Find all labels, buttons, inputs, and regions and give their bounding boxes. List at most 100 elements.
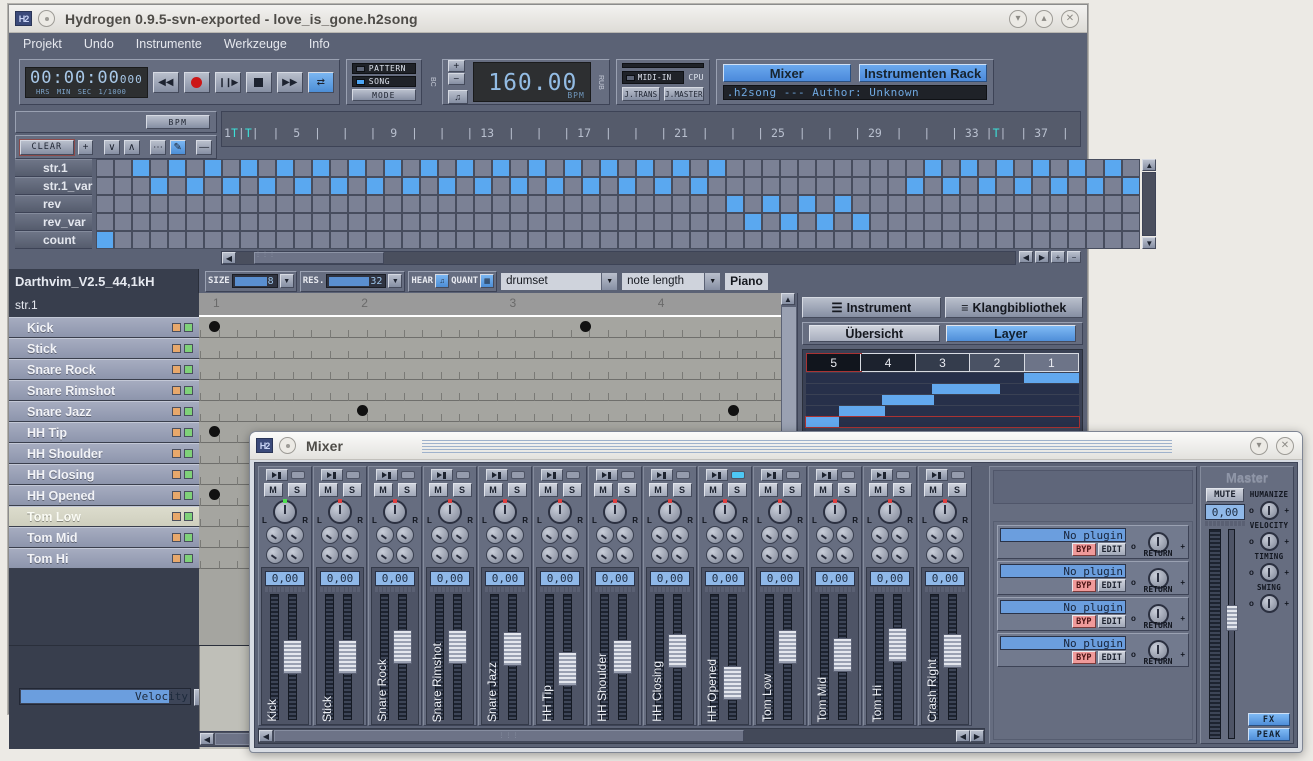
song-cell-active[interactable] [834, 195, 852, 213]
song-cell[interactable] [924, 231, 942, 249]
song-cell[interactable] [1032, 213, 1050, 231]
song-cell-active[interactable] [582, 177, 600, 195]
subtab-layer[interactable]: Layer [946, 325, 1077, 342]
song-cell[interactable] [636, 213, 654, 231]
song-cell[interactable] [438, 231, 456, 249]
song-cell[interactable] [888, 231, 906, 249]
song-cell-active[interactable] [528, 159, 546, 177]
song-cell[interactable] [762, 159, 780, 177]
mixer-scroll-right-icon[interactable]: ▶ [970, 730, 984, 742]
channel-fader[interactable]: Crash Right [923, 594, 967, 724]
channel-gain-display[interactable]: 0,00 [815, 571, 855, 586]
song-cell-active[interactable] [276, 159, 294, 177]
channel-fader[interactable]: HH Shoulder [593, 594, 637, 724]
song-cell[interactable] [636, 177, 654, 195]
fx-plugin-name[interactable]: No plugin [1000, 528, 1126, 542]
song-cell[interactable] [906, 195, 924, 213]
song-cell[interactable] [816, 195, 834, 213]
instrument-row[interactable]: HH Shoulder [9, 443, 199, 464]
song-cell[interactable] [870, 231, 888, 249]
song-cell[interactable] [258, 213, 276, 231]
song-cell[interactable] [654, 195, 672, 213]
scroll-down-icon[interactable]: ▼ [1142, 237, 1156, 249]
pattern-row[interactable]: str.1 [15, 159, 92, 177]
song-cell[interactable] [582, 231, 600, 249]
pattern-note[interactable] [728, 405, 739, 416]
channel-gain-display[interactable]: 0,00 [485, 571, 525, 586]
layer-header[interactable]: 3 [916, 354, 970, 371]
mute-button[interactable]: M [649, 483, 668, 497]
quant-toggle-icon[interactable]: ▦ [480, 274, 494, 288]
song-cell-active[interactable] [420, 159, 438, 177]
song-cell[interactable] [330, 213, 348, 231]
song-cell[interactable] [420, 231, 438, 249]
song-cell[interactable] [744, 159, 762, 177]
song-cell[interactable] [114, 195, 132, 213]
song-cell[interactable] [330, 231, 348, 249]
song-cell[interactable] [726, 231, 744, 249]
channel-play-icon[interactable] [376, 469, 398, 481]
song-cell[interactable] [870, 159, 888, 177]
song-cell[interactable] [1014, 159, 1032, 177]
song-cell-active[interactable] [618, 177, 636, 195]
note-length-select[interactable]: note length ▼ [621, 272, 721, 291]
song-cell-active[interactable] [1122, 177, 1140, 195]
song-cell-active[interactable] [222, 177, 240, 195]
fx-send-2-knob[interactable] [616, 526, 634, 544]
fx-send-3-knob[interactable] [431, 546, 449, 564]
instrument-row[interactable]: Tom Hi [9, 548, 199, 569]
channel-fader-handle[interactable] [723, 666, 742, 700]
pan-knob[interactable]: LR [866, 499, 914, 525]
song-cell[interactable] [852, 195, 870, 213]
channel-fader-handle[interactable] [283, 640, 302, 674]
pattern-note[interactable] [580, 321, 591, 332]
song-grid[interactable] [92, 159, 1140, 249]
fx-send-1-knob[interactable] [651, 526, 669, 544]
mute-button[interactable]: M [429, 483, 448, 497]
play-pause-icon[interactable]: ❙❙▶ [215, 72, 241, 93]
song-cell[interactable] [150, 213, 168, 231]
pattern-note[interactable] [209, 489, 220, 500]
maximize-icon[interactable]: ▴ [1035, 10, 1053, 28]
channel-play-icon[interactable] [651, 469, 673, 481]
song-cell[interactable] [546, 213, 564, 231]
mute-led-icon[interactable] [172, 386, 181, 395]
bpm-toggle-button[interactable]: BPM [146, 115, 210, 129]
song-cell[interactable] [780, 177, 798, 195]
song-cell[interactable] [690, 231, 708, 249]
fx-send-4-knob[interactable] [286, 546, 304, 564]
bpm-increase-button[interactable]: + [448, 60, 465, 72]
fx-send-2-knob[interactable] [451, 526, 469, 544]
song-cell[interactable] [222, 231, 240, 249]
fx-send-4-knob[interactable] [451, 546, 469, 564]
layer-bar[interactable] [839, 406, 885, 416]
solo-led-icon[interactable] [184, 407, 193, 416]
mute-led-icon[interactable] [172, 512, 181, 521]
channel-fader-handle[interactable] [448, 630, 467, 664]
master-velocity-knob[interactable]: o+ [1248, 530, 1290, 552]
fx-send-4-knob[interactable] [891, 546, 909, 564]
song-cell[interactable] [582, 195, 600, 213]
song-cell[interactable] [546, 231, 564, 249]
song-cell[interactable] [978, 213, 996, 231]
song-cell[interactable] [276, 231, 294, 249]
song-cell[interactable] [114, 159, 132, 177]
channel-gain-display[interactable]: 0,00 [705, 571, 745, 586]
song-cell[interactable] [852, 231, 870, 249]
pattern-scroll-up-icon[interactable]: ▲ [781, 293, 795, 305]
song-cell[interactable] [564, 231, 582, 249]
song-ruler[interactable]: 1T|T| | 5 | | | 9 | | | 13 | | | 17 | | … [221, 111, 1081, 147]
song-cell[interactable] [132, 177, 150, 195]
layer-header[interactable]: 2 [970, 354, 1024, 371]
mute-led-icon[interactable] [172, 533, 181, 542]
layer-bar-row[interactable] [806, 373, 1079, 383]
song-cell[interactable] [276, 177, 294, 195]
fx-send-3-knob[interactable] [926, 546, 944, 564]
metronome-icon[interactable]: ♫ [448, 90, 468, 104]
song-cell-active[interactable] [168, 159, 186, 177]
song-cell[interactable] [294, 231, 312, 249]
song-cell[interactable] [456, 177, 474, 195]
song-cell[interactable] [258, 159, 276, 177]
song-cell[interactable] [1104, 195, 1122, 213]
song-cell[interactable] [96, 177, 114, 195]
